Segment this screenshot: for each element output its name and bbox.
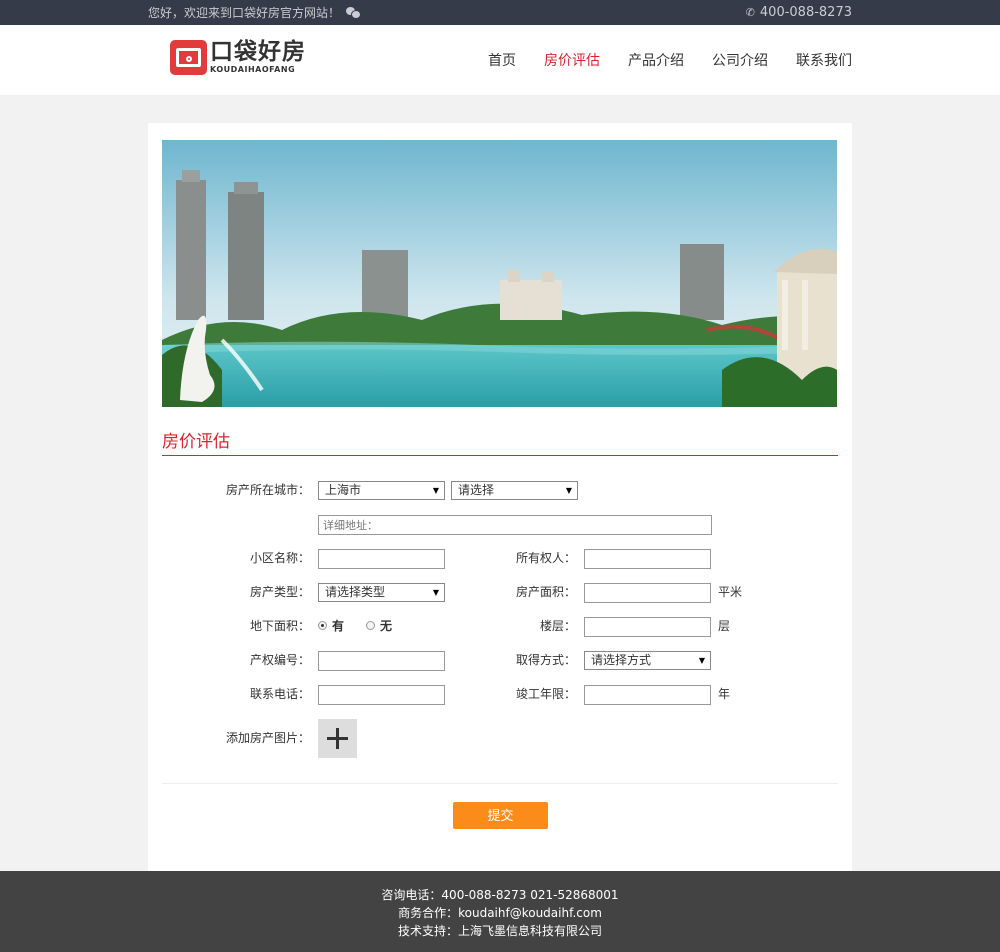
basement-no-label: 无 (380, 619, 393, 633)
top-phone: ✆ 400-088-8273 (746, 5, 852, 20)
area-unit: 平米 (718, 585, 743, 599)
district-select-value: 请选择 (458, 483, 495, 497)
footer: 咨询电话：400-088-8273 021-52868001 商务合作：koud… (0, 871, 1000, 952)
top-bar: 您好，欢迎来到口袋好房官方网站！ ✆ 400-088-8273 (0, 0, 1000, 25)
type-select[interactable]: 请选择类型 ▼ (318, 583, 445, 602)
nav-item-home[interactable]: 首页 (488, 50, 516, 70)
basement-no-radio[interactable]: 无 (366, 616, 392, 635)
community-label: 小区名称： (249, 551, 310, 565)
chevron-down-icon: ▼ (565, 486, 572, 495)
welcome-text: 您好，欢迎来到口袋好房官方网站！ (148, 6, 341, 20)
footer-business: 商务合作：koudaihf@koudaihf.com (398, 906, 602, 920)
chevron-down-icon: ▼ (698, 656, 705, 665)
owner-input[interactable] (584, 549, 711, 569)
city-select[interactable]: 上海市 ▼ (318, 481, 445, 500)
address-input[interactable] (318, 515, 712, 535)
nav-item-contact[interactable]: 联系我们 (796, 50, 852, 70)
chevron-down-icon: ▼ (432, 486, 439, 495)
phone-label: 联系电话： (249, 687, 310, 701)
year-unit: 年 (718, 687, 731, 701)
nav-item-valuation[interactable]: 房价评估 (544, 50, 600, 70)
city-label: 房产所在城市： (225, 483, 310, 497)
cert-label: 产权编号： (249, 653, 310, 667)
logo[interactable]: 口袋好房 KOUDAIHAOFANG (170, 40, 306, 75)
acquire-select-value: 请选择方式 (591, 653, 652, 667)
cert-input[interactable] (318, 651, 445, 671)
footer-support: 技术支持：上海飞墨信息科技有限公司 (397, 924, 602, 938)
nav-item-products[interactable]: 产品介绍 (628, 50, 684, 70)
floor-unit: 层 (718, 619, 731, 633)
logo-english: KOUDAIHAOFANG (210, 65, 296, 74)
footer-phone: 咨询电话：400-088-8273 021-52868001 (381, 888, 619, 902)
basement-label: 地下面积： (249, 619, 310, 633)
top-phone-number: 400-088-8273 (759, 5, 852, 20)
owner-label: 所有权人： (515, 551, 576, 565)
area-label: 房产面积： (515, 585, 576, 599)
form-divider (162, 783, 838, 784)
radio-unchecked-icon (366, 621, 375, 630)
submit-button[interactable]: 提交 (453, 802, 548, 829)
main-nav: 首页 房价评估 产品介绍 公司介绍 联系我们 (488, 25, 852, 95)
basement-yes-radio[interactable]: 有 (318, 616, 344, 635)
nav-item-company[interactable]: 公司介绍 (712, 50, 768, 70)
type-select-value: 请选择类型 (325, 585, 386, 599)
main-panel: 房价评估 房产所在城市： 上海市 ▼ 请选择 ▼ 小区名称： 所有权人： 房产类… (148, 123, 852, 871)
acquire-label: 取得方式： (515, 653, 576, 667)
wechat-icon[interactable] (346, 7, 362, 19)
banner-image (162, 140, 837, 407)
radio-checked-icon (318, 621, 327, 630)
header: 口袋好房 KOUDAIHAOFANG 首页 房价评估 产品介绍 公司介绍 联系我… (0, 25, 1000, 95)
logo-house-icon (170, 40, 207, 75)
area-input[interactable] (584, 583, 711, 603)
district-select[interactable]: 请选择 ▼ (451, 481, 578, 500)
section-title: 房价评估 (162, 427, 838, 456)
photo-label: 添加房产图片： (225, 731, 310, 745)
phone-input[interactable] (318, 685, 445, 705)
floor-input[interactable] (584, 617, 711, 637)
add-photo-button[interactable] (318, 719, 357, 758)
city-select-value: 上海市 (325, 483, 362, 497)
floor-label: 楼层： (539, 619, 576, 633)
welcome-area: 您好，欢迎来到口袋好房官方网站！ (148, 4, 362, 21)
phone-icon: ✆ (745, 6, 755, 19)
year-input[interactable] (584, 685, 711, 705)
acquire-select[interactable]: 请选择方式 ▼ (584, 651, 711, 670)
year-label: 竣工年限： (515, 687, 576, 701)
type-label: 房产类型： (249, 585, 310, 599)
basement-yes-label: 有 (332, 619, 345, 633)
logo-name: 口袋好房 (210, 39, 306, 65)
community-input[interactable] (318, 549, 445, 569)
